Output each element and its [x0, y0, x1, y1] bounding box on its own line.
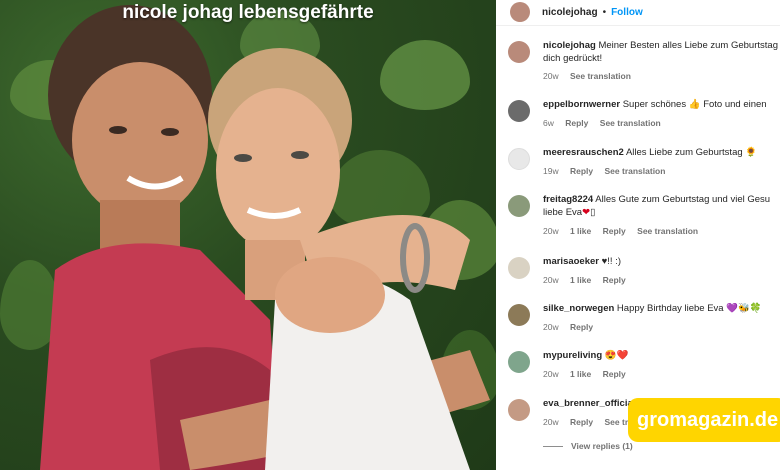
commenter-username[interactable]: silke_norwegen [543, 303, 614, 314]
comment-text: Happy Birthday liebe Eva 💜🐝🍀 [616, 303, 762, 314]
comment-item: nicolejohag Meiner Besten alles Liebe zu… [496, 39, 780, 81]
commenter-username[interactable]: mypureliving [543, 350, 602, 361]
see-translation-link[interactable]: See translation [637, 226, 698, 236]
commenter-avatar[interactable] [508, 195, 530, 217]
author-username[interactable]: nicolejohag [542, 7, 598, 18]
comment-text-continued: liebe Eva [543, 207, 583, 218]
commenter-username[interactable]: meeresrauschen2 [543, 147, 624, 158]
commenter-avatar[interactable] [508, 100, 530, 122]
commenter-username[interactable]: eva_brenner_official [543, 398, 635, 409]
comment-age: 20w [543, 369, 559, 379]
reply-button[interactable]: Reply [565, 118, 588, 128]
site-watermark: gromagazin.de [628, 398, 780, 442]
commenter-username[interactable]: nicolejohag [543, 40, 596, 51]
see-translation-link[interactable]: See translation [605, 166, 666, 176]
reply-button[interactable]: Reply [603, 226, 626, 236]
reply-button[interactable]: Reply [603, 275, 626, 285]
comment-text: Meiner Besten alles Liebe zum Geburtstag [598, 40, 778, 51]
reply-button[interactable]: Reply [570, 322, 593, 332]
comment-age: 20w [543, 275, 559, 285]
post-photo: nicole johag lebensgefährte [0, 0, 496, 470]
comment-text: Alles Gute zum Geburtstag und viel Gesu [595, 194, 771, 205]
like-count[interactable]: 1 like [570, 226, 591, 236]
replies-dash [543, 446, 563, 448]
commenter-username[interactable]: freitag8224 [543, 194, 593, 205]
view-replies-label: View replies (1) [571, 441, 633, 451]
commenter-username[interactable]: marisaoeker [543, 256, 599, 267]
comment-text: 😍❤️ [604, 350, 629, 361]
commenter-avatar[interactable] [508, 351, 530, 373]
heart-emoji-icon: ❤ [582, 207, 591, 218]
view-replies-button[interactable]: View replies (1) [543, 441, 633, 451]
separator-dot: • [602, 6, 607, 18]
comment-age: 6w [543, 118, 554, 128]
photo-caption: nicole johag lebensgefährte [122, 2, 374, 23]
commenter-avatar[interactable] [508, 257, 530, 279]
comment-item: meeresrauschen2 Alles Liebe zum Geburtst… [496, 146, 780, 186]
comment-text: Alles Liebe zum Geburtstag 🌻 [625, 147, 758, 158]
comment-age: 20w [543, 417, 559, 427]
author-avatar[interactable] [510, 2, 530, 22]
two-women-hugging-illustration [40, 5, 490, 470]
reply-button[interactable]: Reply [570, 417, 593, 427]
comment-text: ♥!! :) [601, 256, 621, 267]
commenter-username[interactable]: eppelbornwerner [543, 99, 620, 110]
reply-button[interactable]: Reply [570, 166, 593, 176]
see-translation-link[interactable]: See translation [570, 71, 631, 81]
comment-age: 20w [543, 226, 559, 236]
comment-age: 20w [543, 71, 559, 81]
missing-glyph-icon: ▯ [590, 207, 596, 218]
comment-age: 20w [543, 322, 559, 332]
comment-text-continued: dich gedrückt! [543, 53, 603, 64]
header-divider [496, 25, 780, 26]
comment-age: 19w [543, 166, 559, 176]
commenter-avatar[interactable] [508, 399, 530, 421]
like-count[interactable]: 1 like [570, 369, 591, 379]
commenter-avatar[interactable] [508, 148, 530, 170]
follow-button[interactable]: Follow [611, 7, 643, 18]
commenter-avatar[interactable] [508, 304, 530, 326]
comment-item: silke_norwegen Happy Birthday liebe Eva … [496, 302, 780, 342]
commenter-avatar[interactable] [508, 41, 530, 63]
comment-item: mypureliving 😍❤️ 20w 1 like Reply [496, 349, 780, 389]
comment-item: marisaoeker ♥!! :) 20w 1 like Reply [496, 255, 780, 295]
post-header: nicolejohag • Follow [496, 0, 780, 24]
see-translation-link[interactable]: See translation [600, 118, 661, 128]
like-count[interactable]: 1 like [570, 275, 591, 285]
comment-item: eppelbornwerner Super schönes 👍 Foto und… [496, 98, 780, 138]
comment-item: freitag8224 Alles Gute zum Geburtstag un… [496, 193, 780, 236]
comment-text: Super schönes 👍 Foto und einen [622, 99, 767, 110]
reply-button[interactable]: Reply [603, 369, 626, 379]
